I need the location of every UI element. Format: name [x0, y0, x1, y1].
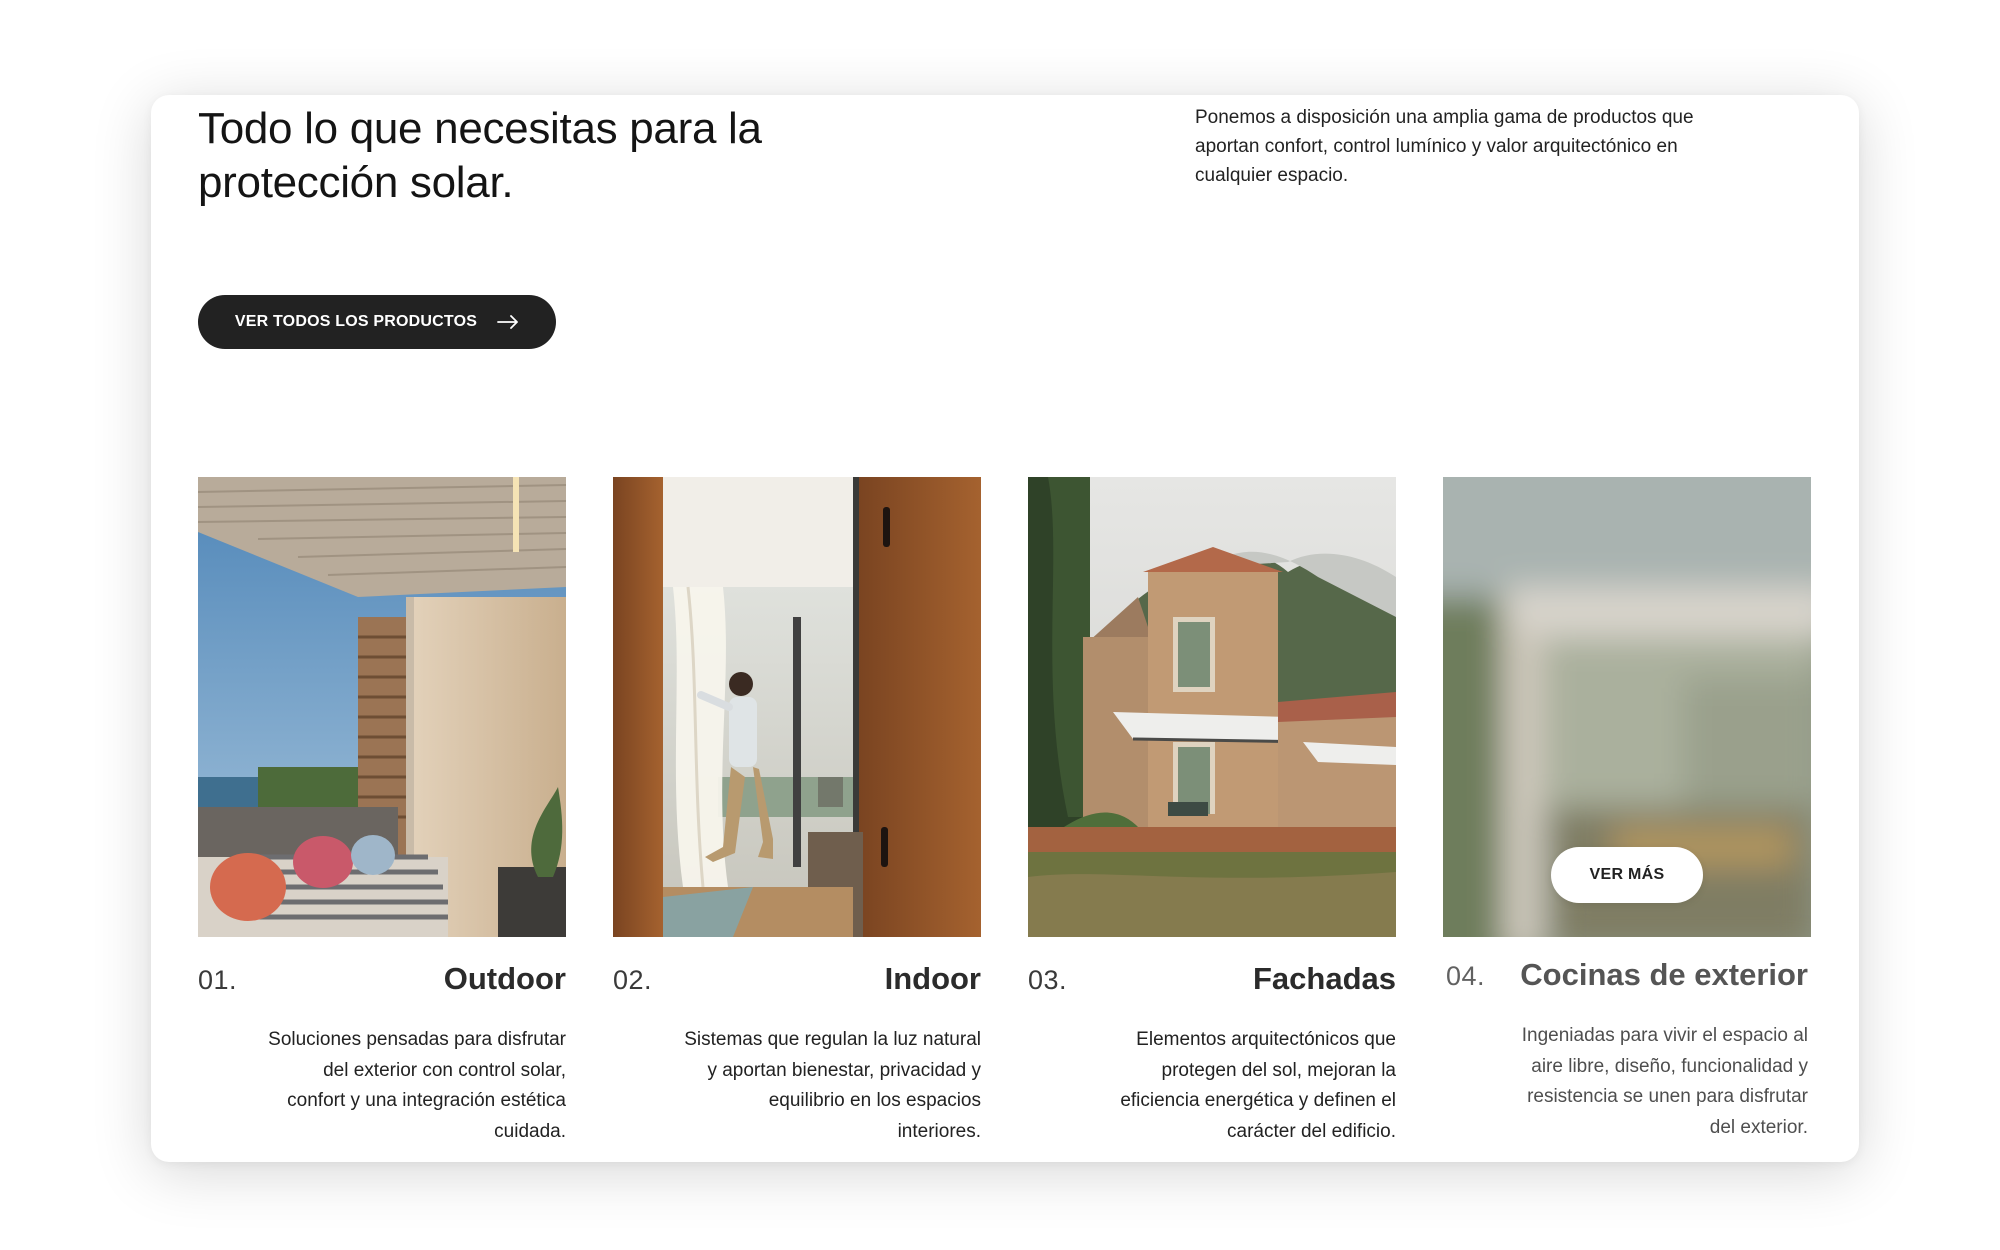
product-card-fachadas[interactable]: 03. Fachadas Elementos arquitectónicos q…: [1028, 477, 1396, 1147]
product-description: Soluciones pensadas para disfrutar del e…: [268, 1029, 566, 1142]
product-name[interactable]: Outdoor: [444, 961, 566, 997]
product-description: Elementos arquitectónicos que protegen d…: [1120, 1029, 1396, 1142]
product-description: Sistemas que regulan la luz natural y ap…: [684, 1029, 981, 1142]
section-intro: Ponemos a disposición una amplia gama de…: [1195, 107, 1694, 186]
terrace-pergola-photo[interactable]: [198, 477, 566, 937]
product-name[interactable]: Indoor: [885, 961, 981, 997]
section-title: Todo lo que necesitas para la protección…: [198, 104, 762, 207]
product-meta: 04. Cocinas de exterior: [1443, 933, 1811, 993]
products-section: Todo lo que necesitas para la protección…: [151, 95, 1859, 1162]
blurred-outdoor-kitchen-photo[interactable]: VER MÁS: [1443, 477, 1811, 937]
product-card-outdoor[interactable]: 01. Outdoor Soluciones pensadas para dis…: [198, 477, 566, 1147]
view-all-products-button[interactable]: VER TODOS LOS PRODUCTOS: [198, 295, 556, 349]
product-meta: 01. Outdoor: [198, 937, 566, 997]
product-number: 01.: [198, 965, 238, 995]
product-number: 03.: [1028, 965, 1068, 995]
view-all-products-label: VER TODOS LOS PRODUCTOS: [234, 313, 478, 330]
product-name[interactable]: Fachadas: [1253, 961, 1396, 997]
product-card-indoor[interactable]: 02. Indoor Sistemas que regulan la luz n…: [613, 477, 981, 1147]
product-name[interactable]: Cocinas de exterior: [1520, 957, 1808, 993]
product-meta: 03. Fachadas: [1028, 937, 1396, 997]
man-opening-curtain-photo[interactable]: [613, 477, 981, 937]
arrow-right-icon: [497, 315, 519, 329]
product-card-cocinas-de-exterior[interactable]: VER MÁS 04. Cocinas de exterior Ingeniad…: [1443, 477, 1811, 1143]
product-description: Ingeniadas para vivir el espacio al aire…: [1521, 1025, 1808, 1138]
product-number: 02.: [613, 965, 653, 995]
product-number: 04.: [1446, 961, 1486, 991]
stone-house-awning-photo[interactable]: [1028, 477, 1396, 937]
product-meta: 02. Indoor: [613, 937, 981, 997]
ver-mas-button[interactable]: VER MÁS: [1551, 847, 1703, 903]
